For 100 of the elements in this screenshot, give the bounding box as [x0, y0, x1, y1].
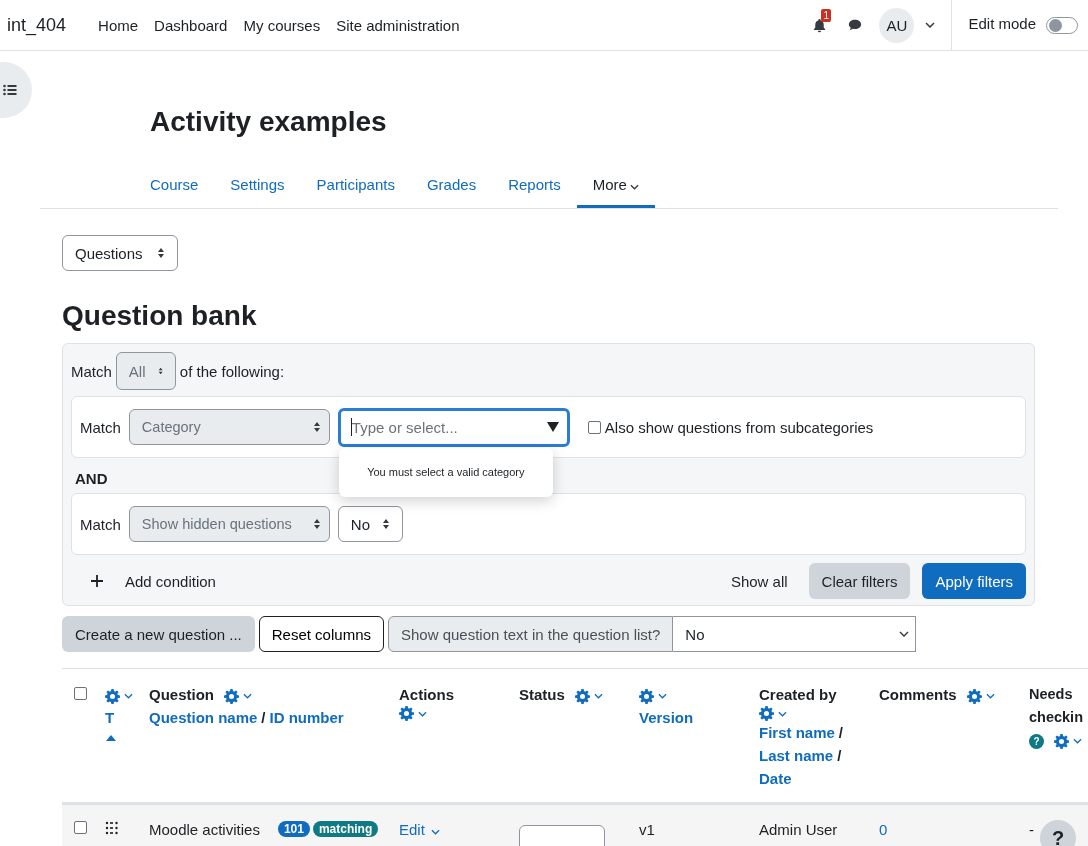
row-checkbox[interactable] — [74, 821, 87, 834]
drag-handle-icon[interactable] — [105, 821, 119, 835]
user-avatar[interactable]: AU — [879, 7, 915, 43]
course-tab[interactable]: Settings — [214, 167, 301, 208]
column-settings-button[interactable] — [399, 706, 427, 721]
chevron-down-icon — [899, 631, 910, 637]
nav-link[interactable]: Dashboard — [154, 16, 228, 34]
sort-link[interactable]: Version — [639, 709, 694, 726]
column-title: Status — [519, 686, 565, 703]
create-question-button[interactable]: Create a new question ... — [62, 616, 255, 652]
course-tab[interactable]: Reports — [492, 167, 577, 208]
edit-mode-label: Edit mode — [968, 14, 1036, 32]
condition-type-select[interactable]: Category — [128, 409, 330, 445]
page-heading: Question bank — [62, 299, 258, 333]
chevron-down-icon — [124, 693, 133, 700]
column-title: Created by — [759, 686, 837, 703]
chevron-down-icon — [593, 693, 603, 700]
chevron-down-icon[interactable] — [925, 22, 936, 28]
clear-filters-button[interactable]: Clear filters — [808, 563, 911, 599]
usage-count: 101 — [277, 821, 310, 837]
column-title: Question — [149, 686, 214, 703]
settings-icon — [399, 706, 414, 721]
chat-bubble-icon[interactable] — [847, 18, 864, 32]
show-all-link[interactable]: Show all — [730, 572, 788, 590]
add-condition-link[interactable]: Add condition — [125, 572, 216, 590]
nav-link[interactable]: My courses — [243, 16, 321, 34]
settings-icon — [966, 688, 982, 704]
sort-link[interactable]: ID number — [269, 709, 344, 726]
match-select[interactable]: All — [115, 352, 176, 390]
sort-arrows-icon — [312, 421, 321, 433]
match-label: Match — [80, 515, 121, 533]
column-title: Comments — [879, 686, 957, 703]
reset-columns-button[interactable]: Reset columns — [258, 616, 384, 652]
show-text-select[interactable]: No — [673, 616, 917, 652]
settings-icon — [105, 688, 120, 704]
course-tab[interactable]: Participants — [300, 167, 411, 208]
question-name: Moodle activities — [149, 821, 260, 838]
chevron-down-icon — [1073, 738, 1082, 745]
sort-arrows-icon — [157, 247, 165, 259]
plus-icon[interactable] — [91, 575, 103, 587]
match-label: Match — [71, 362, 112, 380]
column-settings-button[interactable] — [759, 706, 787, 721]
apply-filters-button[interactable]: Apply filters — [922, 563, 1026, 599]
error-popover: You must select a valid category — [338, 447, 553, 497]
settings-icon — [224, 688, 239, 704]
column-settings-button[interactable] — [574, 688, 603, 704]
chevron-down-icon — [778, 710, 787, 717]
question-type-tag: matching — [312, 821, 379, 837]
list-icon — [3, 84, 17, 96]
help-icon[interactable]: ? — [1029, 733, 1044, 749]
course-tab[interactable]: Course — [134, 167, 215, 208]
select-all-checkbox[interactable] — [74, 687, 87, 700]
sort-link[interactable]: Date — [759, 770, 792, 787]
settings-icon — [1054, 733, 1069, 749]
table-cell: Admin User — [759, 821, 838, 838]
sort-link[interactable]: Last name — [759, 747, 834, 764]
checkbox-label: Also show questions from subcategories — [604, 418, 874, 436]
settings-icon — [759, 706, 774, 721]
match-suffix: of the following: — [179, 362, 285, 380]
course-tab[interactable]: Grades — [410, 167, 493, 208]
show-text-label: Show question text in the question list? — [388, 616, 674, 652]
nav-link[interactable]: Site administration — [336, 16, 460, 34]
column-settings-button[interactable] — [639, 688, 667, 704]
condition-type-select[interactable]: Show hidden questions — [128, 506, 330, 542]
separator: / — [838, 724, 844, 741]
separator: / — [261, 709, 266, 726]
bell-icon[interactable] — [812, 17, 828, 33]
chevron-down-icon — [985, 693, 995, 700]
column-settings-button[interactable] — [1054, 733, 1082, 749]
course-title: Activity examples — [150, 105, 388, 139]
sort-arrows-icon — [312, 518, 321, 530]
checkbox[interactable] — [587, 420, 601, 434]
column-settings-button[interactable] — [224, 688, 252, 704]
condition-value-select[interactable]: No — [337, 506, 404, 542]
sort-arrows-icon — [157, 365, 163, 377]
sort-link[interactable]: T — [105, 709, 115, 726]
site-name[interactable]: int_404 — [7, 14, 67, 36]
chevron-down-icon — [430, 829, 440, 835]
sort-link[interactable]: First name — [759, 724, 835, 741]
column-title: Actions — [399, 686, 454, 703]
column-settings-button[interactable] — [966, 688, 995, 704]
sort-link[interactable]: Question name — [149, 709, 258, 726]
settings-icon — [574, 688, 590, 704]
table-cell: v1 — [639, 821, 655, 838]
comments-link[interactable]: 0 — [879, 821, 888, 838]
chevron-down-icon — [243, 693, 252, 700]
category-search-field[interactable]: Type or select... — [337, 407, 570, 447]
column-settings-button[interactable] — [105, 688, 133, 704]
page-select[interactable]: Questions — [62, 235, 178, 271]
dropdown-triangle-icon — [546, 422, 559, 432]
chevron-down-icon — [418, 710, 427, 717]
chevron-down-icon — [658, 693, 667, 700]
column-title: Needs checkin — [1029, 686, 1083, 725]
nav-link[interactable]: Home — [98, 16, 139, 34]
match-label: Match — [80, 418, 121, 436]
edit-menu-link[interactable]: Edit — [399, 821, 440, 838]
table-cell: - — [1029, 821, 1034, 838]
notification-count: 1 — [821, 8, 831, 22]
joiner-label: AND — [75, 470, 108, 487]
separator: / — [837, 747, 842, 764]
